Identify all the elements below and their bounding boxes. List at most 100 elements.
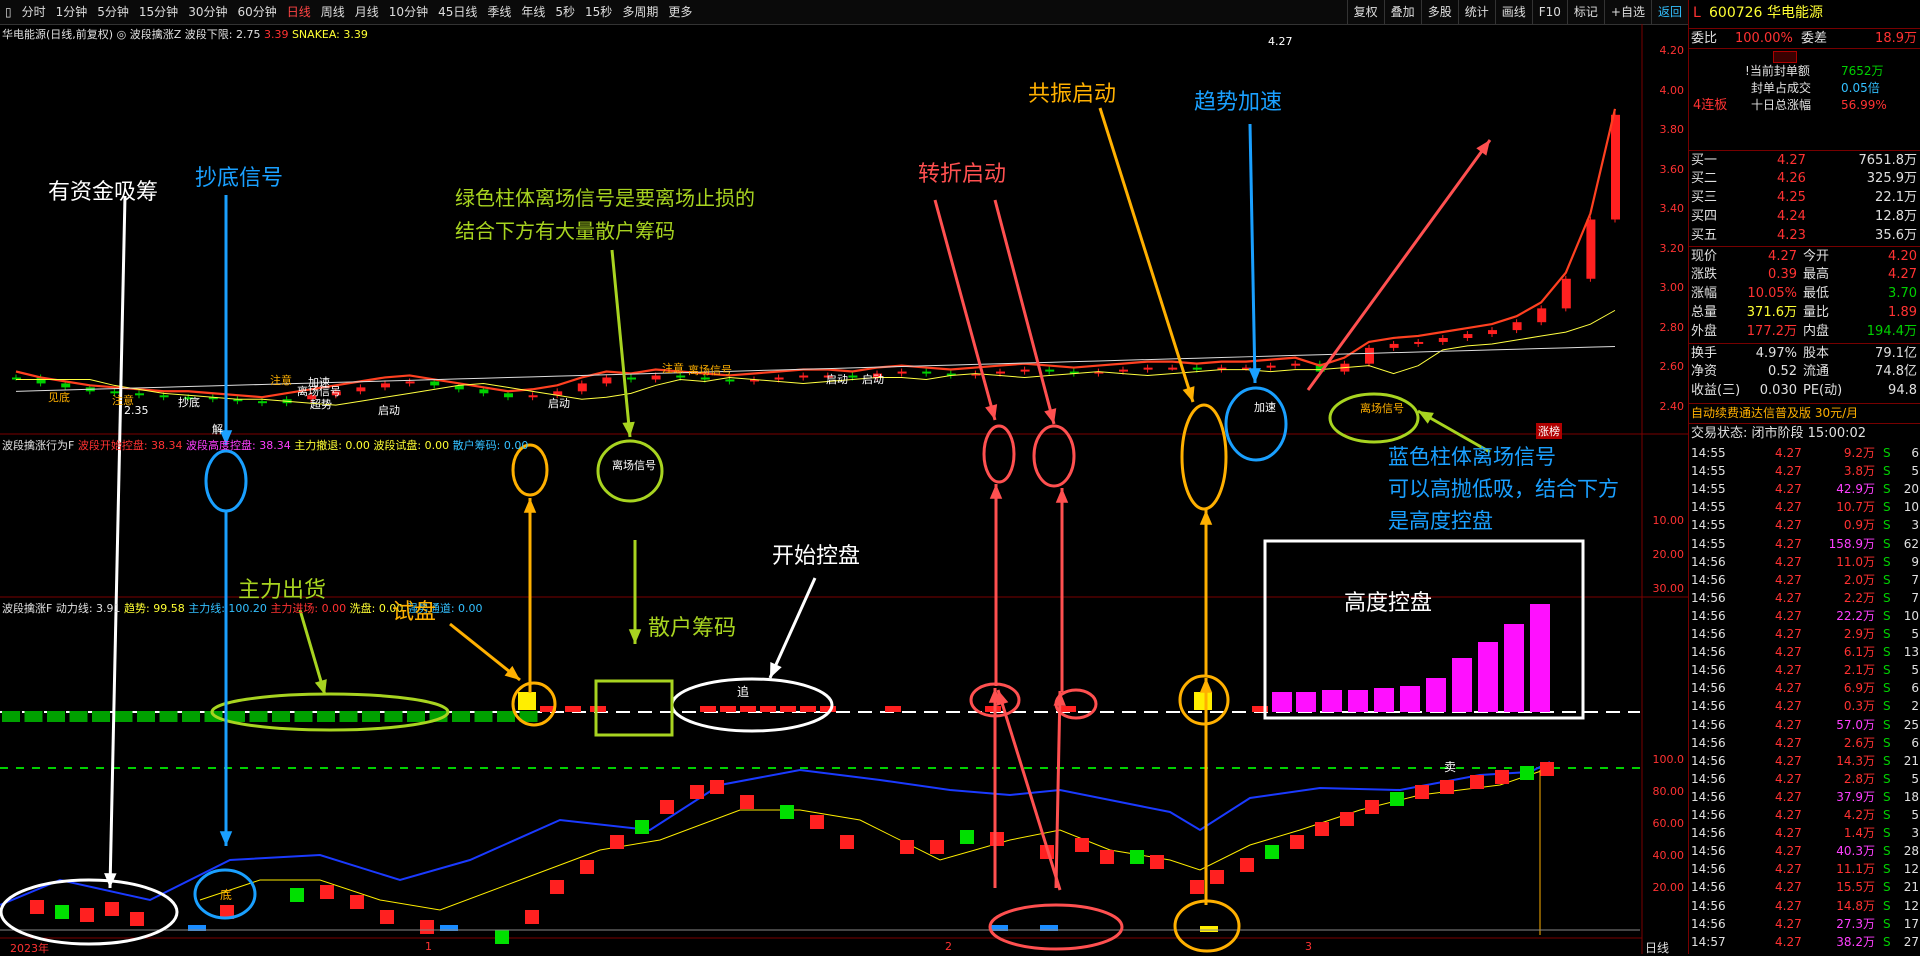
tick-row[interactable]: 14:56 4.27 15.5万 S 21 [1689,878,1920,896]
tick-row[interactable]: 14:56 4.27 14.3万 S 21 [1689,752,1920,770]
tick-row[interactable]: 14:56 4.27 2.8万 S 5 [1689,770,1920,788]
tick-row[interactable]: 14:57 4.27 38.2万 S 27 [1689,933,1920,951]
tick-volume: 15.5万 [1836,880,1875,895]
tick-direction: S [1883,482,1891,497]
tick-volume: 22.2万 [1836,608,1875,623]
tick-direction: S [1883,554,1891,569]
tick-row[interactable]: 14:55 4.27 0.9万 S 3 [1689,516,1920,534]
stat-value: 3.70 [1888,286,1917,301]
annotation-high-control: 高度控盘 [1344,591,1433,616]
tick-row[interactable]: 14:56 4.27 0.3万 S 2 [1689,697,1920,715]
tick-row[interactable]: 14:56 4.27 11.0万 S 9 [1689,553,1920,571]
ad-link[interactable]: 自动续费通达信普及版 30元/月 [1691,404,1858,423]
stat2-row: 收益(三) 0.030 PE(动) 94.8 [1689,381,1920,400]
tick-row[interactable]: 14:56 4.27 1.4万 S 3 [1689,824,1920,842]
axis-tick: 40.00 [1652,849,1685,862]
tick-row[interactable]: 14:56 4.27 4.2万 S 5 [1689,806,1920,824]
tick-direction: S [1883,934,1891,949]
tick-time: 14:56 [1691,862,1726,877]
tick-row[interactable]: 14:56 4.27 37.9万 S 18 [1689,788,1920,806]
bid-label: 买三 [1691,190,1718,205]
tick-volume: 2.1万 [1843,663,1875,678]
exit-badge-2: 离场信号 [612,459,656,472]
stat2-value: 0.030 [1759,383,1797,398]
ad-row[interactable]: 自动续费通达信普及版 30元/月 [1689,403,1920,423]
tick-direction: S [1883,464,1891,479]
candle [725,379,735,382]
tick-row[interactable]: 14:56 4.27 2.1万 S 5 [1689,661,1920,679]
axis-tick: 10.00 [1652,514,1685,527]
tick-time: 14:56 [1691,880,1726,895]
arrow-turn-2 [993,199,1056,425]
tick-row[interactable]: 14:55 4.27 158.9万 S 62 [1689,535,1920,553]
axis-tick: 3.20 [1659,241,1685,255]
tick-direction: S [1883,627,1891,641]
candle [1266,365,1276,368]
candle [135,393,144,396]
tick-count: 10 [1903,608,1919,623]
power-bar [1390,792,1404,806]
tick-row[interactable]: 14:56 4.27 2.6万 S 6 [1689,734,1920,752]
tick-count: 13 [1903,645,1919,660]
tick-direction: S [1883,681,1891,696]
high-control-bar [1400,686,1420,712]
stock-name: 华电能源 [1767,5,1823,21]
mid-red-bar [700,706,716,712]
tick-time: 14:55 [1691,446,1726,460]
arrow-accel-head [1248,368,1261,383]
mid-red-bar [780,706,796,712]
candle [504,393,513,398]
tick-time: 14:56 [1691,898,1726,913]
power-bar [635,820,649,834]
tick-row[interactable]: 14:55 4.27 9.2万 S 6 [1689,444,1920,462]
power-bar [960,830,974,844]
tick-direction: S [1883,536,1891,551]
tick-row[interactable]: 14:56 4.27 6.9万 S 6 [1689,679,1920,697]
tick-direction: S [1883,663,1891,678]
tick-price: 4.27 [1775,699,1802,714]
tick-row[interactable]: 14:56 4.27 2.0万 S 7 [1689,571,1920,589]
candle [1488,330,1497,335]
trade-status-row: 交易状态: 闭市阶段 15:00:02 [1689,423,1920,443]
arrow-resonance-head [1182,386,1195,402]
mid-red-bar [885,706,901,712]
signal-lichang-small-2: 离场信号 [688,364,732,377]
annotation-retail-chips: 散户筹码 [648,616,737,641]
tick-row[interactable]: 14:56 4.27 40.3万 S 28 [1689,842,1920,860]
power-bar [525,910,539,924]
bid-label: 买四 [1691,209,1718,224]
power-bar [740,795,754,809]
tick-volume: 6.1万 [1843,645,1875,660]
candle [1586,219,1596,279]
power-bar [1210,870,1224,884]
candle [1438,338,1448,342]
tick-row[interactable]: 14:56 4.27 6.1万 S 13 [1689,643,1920,661]
bid-row: 买五 4.23 35.6万 [1689,226,1920,245]
tick-volume: 11.1万 [1836,862,1875,877]
candle [1463,334,1473,338]
power-bar [810,815,824,829]
tick-row[interactable]: 14:55 4.27 42.9万 S 20 [1689,480,1920,498]
stat-label: 最高 [1803,267,1830,282]
axis-tick: 80.00 [1652,785,1685,798]
tick-row[interactable]: 14:56 4.27 11.1万 S 12 [1689,860,1920,878]
tick-direction: S [1883,862,1891,877]
tick-row[interactable]: 14:56 4.27 22.2万 S 10 [1689,607,1920,625]
candle [1611,114,1620,220]
tick-row[interactable]: 14:56 4.27 14.8万 S 12 [1689,897,1920,915]
tick-row[interactable]: 14:55 4.27 10.7万 S 10 [1689,498,1920,516]
axis-tick: 4.00 [1659,83,1685,97]
tick-row[interactable]: 14:55 4.27 3.8万 S 5 [1689,462,1920,480]
candle [1168,367,1178,370]
stat-value: 1.89 [1888,305,1917,320]
tick-row[interactable]: 14:56 4.27 57.0万 S 25 [1689,716,1920,734]
candle [159,395,169,398]
arrow-turn-up-2 [1054,690,1062,889]
bid-price: 4.25 [1777,190,1806,205]
tick-row[interactable]: 14:56 4.27 2.2万 S 7 [1689,589,1920,607]
tick-count: 5 [1911,627,1919,641]
candle [799,375,809,378]
tick-row[interactable]: 14:56 4.27 2.9万 S 5 [1689,625,1920,643]
tick-row[interactable]: 14:56 4.27 27.3万 S 17 [1689,915,1920,933]
tick-time: 14:55 [1691,482,1726,497]
